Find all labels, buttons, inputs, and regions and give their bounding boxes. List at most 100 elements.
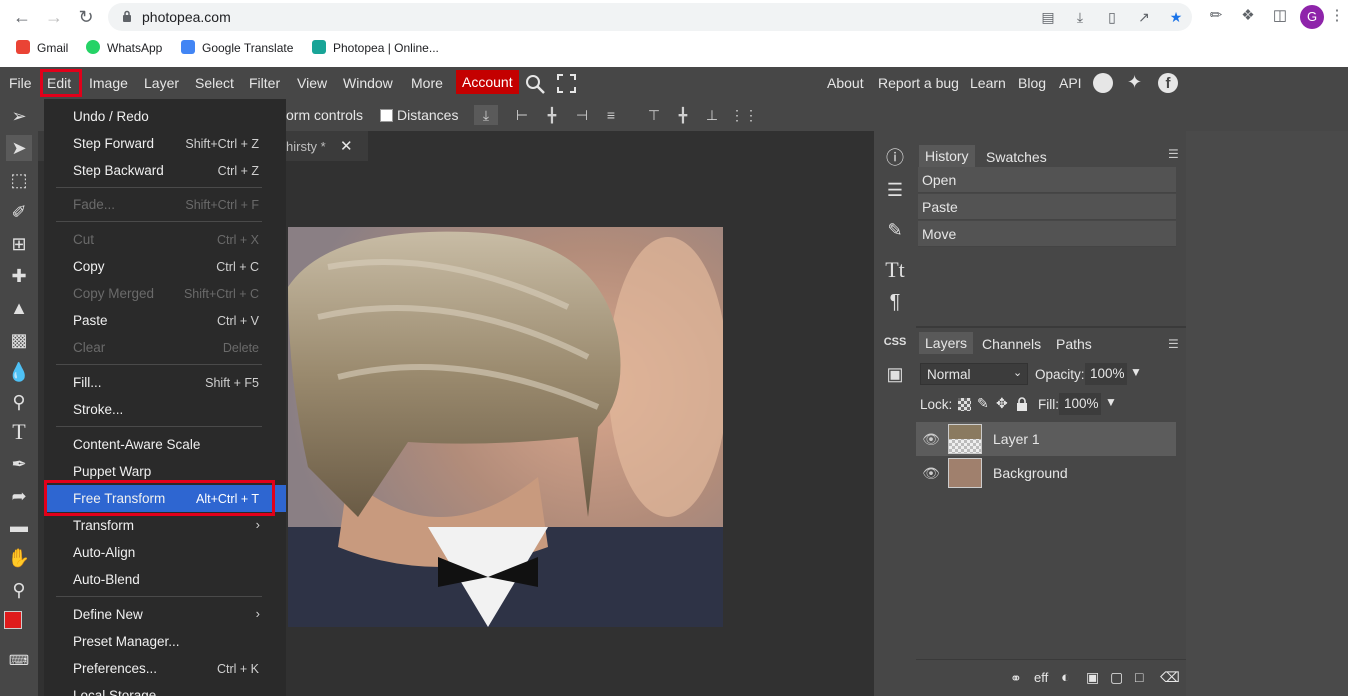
image-panel-icon[interactable]: ▣ (882, 361, 908, 387)
bookmark-gmail[interactable]: Gmail (16, 40, 68, 56)
menu-more[interactable]: More (411, 74, 443, 92)
menu-item-auto-align[interactable]: Auto-Align (44, 539, 286, 566)
foreground-color-swatch[interactable] (4, 611, 22, 629)
path-select-tool-icon[interactable]: ➦ (6, 483, 32, 509)
close-tab-icon[interactable]: ✕ (340, 137, 353, 155)
layer-row[interactable]: 👁 Background (916, 456, 1176, 490)
brush-settings-icon[interactable]: ✎ (882, 217, 908, 243)
align-bottom-icon[interactable]: ⊥ (702, 105, 722, 125)
lock-move-icon[interactable]: ✥ (996, 395, 1008, 412)
menu-item-preferences[interactable]: Preferences... Ctrl + K (44, 655, 286, 682)
visibility-eye-icon[interactable]: 👁 (922, 431, 940, 447)
align-download-icon[interactable]: ⤓ (474, 105, 498, 125)
menu-file[interactable]: File (9, 74, 32, 92)
mask-icon[interactable]: ▣ (1086, 669, 1099, 686)
menu-item-paste[interactable]: Paste Ctrl + V (44, 307, 286, 334)
lasso-brush-icon[interactable]: ✐ (6, 199, 32, 225)
css-icon[interactable]: CSS (882, 329, 908, 355)
align-top-icon[interactable]: ⊤ (644, 105, 664, 125)
adjustment-layer-icon[interactable]: ◐ (1061, 669, 1070, 686)
shape-tool-icon[interactable]: ▬ (6, 513, 32, 539)
tab-channels[interactable]: Channels (982, 336, 1041, 352)
link-report-bug[interactable]: Report a bug (878, 74, 959, 92)
bookmark-google-translate[interactable]: Google Translate (181, 40, 293, 56)
menu-filter[interactable]: Filter (249, 74, 280, 92)
profile-avatar[interactable]: G (1300, 5, 1324, 29)
page-icon[interactable]: ▯ (1104, 9, 1120, 25)
bookmark-whatsapp[interactable]: WhatsApp (86, 40, 162, 56)
lock-paint-icon[interactable]: ✎ (977, 395, 989, 412)
lock-all-icon[interactable] (1016, 397, 1028, 412)
account-button[interactable]: Account (456, 70, 519, 94)
adjustments-icon[interactable]: ☰ (882, 177, 908, 203)
quick-mask-icon[interactable]: ⌨ (6, 647, 32, 673)
hand-tool-icon[interactable]: ✋ (6, 545, 32, 571)
eyedropper-extension-icon[interactable]: ✏ (1207, 7, 1225, 25)
distances-checkbox[interactable] (380, 109, 393, 122)
bookmark-photopea[interactable]: Photopea | Online... (312, 40, 439, 56)
menu-item-step-forward[interactable]: Step Forward Shift+Ctrl + Z (44, 130, 286, 157)
menu-item-stroke[interactable]: Stroke... (44, 396, 286, 423)
twitter-icon[interactable]: ✦ (1127, 72, 1147, 92)
menu-layer[interactable]: Layer (144, 74, 179, 92)
layer-row-selected[interactable]: 👁 Layer 1 (916, 422, 1176, 456)
opacity-dropdown-icon[interactable]: ▼ (1130, 365, 1142, 379)
menu-item-step-backward[interactable]: Step Backward Ctrl + Z (44, 157, 286, 184)
menu-item-define-new[interactable]: Define New › (44, 601, 286, 628)
opacity-input[interactable]: 100% (1085, 363, 1127, 385)
bookmark-star-icon[interactable]: ★ (1168, 9, 1184, 25)
type-tool-icon[interactable]: T (6, 419, 32, 445)
align-left-icon[interactable]: ⊢ (512, 105, 532, 125)
reddit-icon[interactable] (1093, 73, 1113, 93)
stamp-tool-icon[interactable]: ▲ (6, 295, 32, 321)
back-icon[interactable]: ← (10, 5, 34, 29)
address-bar[interactable]: photopea.com ▤ ⤓ ▯ ↗ ★ (108, 3, 1192, 31)
folder-icon[interactable]: ▢ (1110, 669, 1123, 686)
menu-select[interactable]: Select (195, 74, 234, 92)
menu-item-preset-manager[interactable]: Preset Manager... (44, 628, 286, 655)
tab-swatches[interactable]: Swatches (986, 149, 1047, 165)
info-icon[interactable]: ⓘ (882, 145, 908, 171)
browser-menu-icon[interactable]: ⋮ (1328, 7, 1346, 25)
blend-mode-select[interactable]: Normal ⌄ (920, 363, 1028, 385)
extensions-puzzle-icon[interactable]: ❖ (1239, 7, 1257, 25)
panel-menu-icon[interactable]: ☰ (1168, 147, 1179, 161)
document-canvas[interactable] (288, 227, 723, 627)
save-page-icon[interactable]: ▤ (1040, 9, 1056, 25)
dodge-tool-icon[interactable]: ⚲ (6, 389, 32, 415)
trash-icon[interactable]: ⌫ (1160, 669, 1180, 686)
zoom-tool-icon[interactable]: ⚲ (6, 577, 32, 603)
marquee-tool-icon[interactable]: ⬚ (6, 167, 32, 193)
menu-item-copy[interactable]: Copy Ctrl + C (44, 253, 286, 280)
history-entry[interactable]: Open (918, 167, 1176, 193)
fill-dropdown-icon[interactable]: ▼ (1105, 395, 1117, 409)
align-center-h-icon[interactable]: ╋ (542, 105, 562, 125)
link-learn[interactable]: Learn (970, 74, 1006, 92)
history-entry[interactable]: Move (918, 221, 1176, 247)
share-icon[interactable]: ↗ (1136, 9, 1152, 25)
menu-window[interactable]: Window (343, 74, 393, 92)
menu-item-transform[interactable]: Transform › (44, 512, 286, 539)
menu-item-fill[interactable]: Fill... Shift + F5 (44, 369, 286, 396)
download-icon[interactable]: ⤓ (1072, 9, 1088, 25)
tab-paths[interactable]: Paths (1056, 336, 1092, 352)
menu-image[interactable]: Image (89, 74, 128, 92)
link-api[interactable]: API (1059, 74, 1082, 92)
side-panel-icon[interactable]: ◫ (1271, 7, 1289, 25)
new-layer-icon[interactable]: □ (1135, 669, 1143, 685)
align-right-icon[interactable]: ⊣ (572, 105, 592, 125)
menu-item-auto-blend[interactable]: Auto-Blend (44, 566, 286, 593)
distribute-h-icon[interactable]: ≡ (601, 105, 621, 125)
pen-tool-icon[interactable]: ✒ (6, 451, 32, 477)
menu-item-content-aware-scale[interactable]: Content-Aware Scale (44, 431, 286, 458)
search-icon[interactable] (524, 73, 546, 95)
fill-input[interactable]: 100% (1059, 393, 1101, 415)
link-about[interactable]: About (827, 74, 864, 92)
menu-item-undo-redo[interactable]: Undo / Redo (44, 103, 286, 130)
align-middle-icon[interactable]: ╋ (673, 105, 693, 125)
crop-tool-icon[interactable]: ⊞ (6, 231, 32, 257)
link-layers-icon[interactable]: ⚭ (1010, 670, 1022, 687)
link-blog[interactable]: Blog (1018, 74, 1046, 92)
distribute-v-icon[interactable]: ⋮⋮ (730, 105, 758, 125)
layers-menu-icon[interactable]: ☰ (1168, 337, 1179, 351)
